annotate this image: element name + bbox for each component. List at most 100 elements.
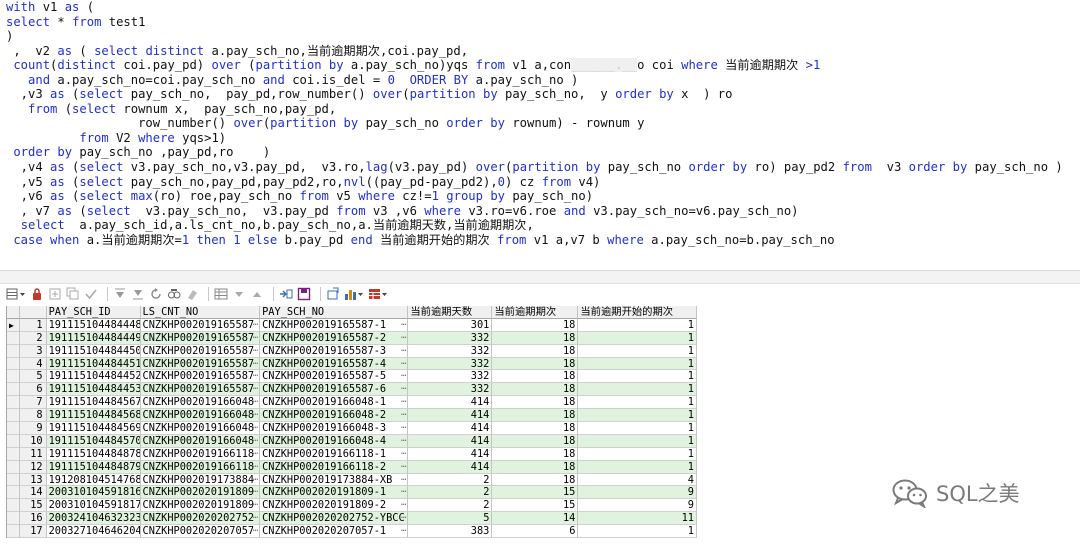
cell-more-button[interactable]: … (253, 345, 258, 355)
lock-icon[interactable] (30, 286, 44, 302)
cell-pay-sch-id[interactable]: 191115104484451 (46, 357, 141, 371)
arrow-down-icon[interactable] (232, 286, 246, 302)
cell-overdue-period[interactable]: 18 (492, 331, 579, 345)
table-row[interactable]: ▶ 1 191115104484448 CNZKHP002019165587… CNZK… (7, 318, 697, 332)
cell-overdue-start-period[interactable]: 1 (578, 331, 697, 345)
arrow-up-icon[interactable] (250, 286, 264, 302)
cell-overdue-days[interactable]: 332 (408, 357, 493, 371)
cell-overdue-days[interactable]: 5 (408, 512, 493, 526)
column-header-pay-sch-id[interactable]: PAY_SCH_ID (46, 306, 141, 319)
cell-ls-cnt-no[interactable]: CNZKHP002019166048… (140, 422, 261, 435)
cell-overdue-period[interactable]: 18 (492, 396, 579, 410)
cell-overdue-start-period[interactable]: 1 (578, 370, 697, 384)
cell-overdue-period[interactable]: 18 (492, 370, 579, 384)
cell-overdue-start-period[interactable]: 1 (578, 460, 697, 474)
cell-pay-sch-no[interactable]: CNZKHP002020191809-2… (260, 499, 409, 513)
check-icon[interactable] (84, 286, 98, 302)
cell-pay-sch-id[interactable]: 191115104484878 (46, 447, 141, 461)
new-record-icon[interactable] (48, 286, 62, 302)
cell-overdue-period[interactable]: 18 (492, 422, 579, 435)
copy-icon[interactable] (66, 286, 80, 302)
cell-overdue-period[interactable]: 18 (492, 318, 579, 332)
pane-splitter[interactable] (0, 270, 1080, 284)
cell-pay-sch-id[interactable]: 191115104484448 (46, 318, 141, 332)
cell-overdue-days[interactable]: 332 (408, 370, 493, 384)
cell-ls-cnt-no[interactable]: CNZKHP002019173884… (140, 473, 261, 487)
cell-pay-sch-id[interactable]: 191115104484879 (46, 460, 141, 474)
cell-overdue-days[interactable]: 414 (408, 460, 493, 474)
cell-overdue-days[interactable]: 332 (408, 331, 493, 345)
table-row[interactable]: 6 191115104484453 CNZKHP002019165587… CNZKH… (7, 383, 697, 397)
column-header-overdue-days[interactable]: 当前逾期天数 (408, 306, 493, 319)
cell-overdue-period[interactable]: 6 (492, 525, 579, 539)
table-icon[interactable] (368, 286, 388, 302)
cell-pay-sch-id[interactable]: 200327104646204 (46, 525, 141, 539)
cell-overdue-start-period[interactable]: 11 (578, 512, 697, 526)
cell-pay-sch-no[interactable]: CNZKHP002019165587-5… (260, 370, 409, 384)
cell-overdue-period[interactable]: 18 (492, 409, 579, 423)
cell-pay-sch-no[interactable]: CNZKHP002019166048-3… (260, 422, 409, 435)
table-row[interactable]: 8 191115104484568 CNZKHP002019166048… CNZKH… (7, 409, 697, 423)
table-row[interactable]: 7 191115104484567 CNZKHP002019166048… CNZKH… (7, 396, 697, 410)
cell-overdue-days[interactable]: 2 (408, 486, 493, 500)
table-row[interactable]: 10 191115104484570 CNZKHP002019166048… CNZK… (7, 434, 697, 448)
filter-down-icon[interactable] (113, 286, 127, 302)
cell-pay-sch-no[interactable]: CNZKHP002020191809-1… (260, 486, 409, 500)
cell-pay-sch-no[interactable]: CNZKHP002019165587-2… (260, 331, 409, 345)
cell-more-button[interactable]: … (253, 525, 258, 535)
cell-pay-sch-no[interactable]: CNZKHP002019166118-1… (260, 447, 409, 461)
cell-pay-sch-id[interactable]: 191115104484453 (46, 383, 141, 397)
table-row[interactable]: 14 200310104591816 CNZKHP002020191809… CNZK… (7, 486, 697, 500)
cell-overdue-start-period[interactable]: 9 (578, 486, 697, 500)
cell-overdue-start-period[interactable]: 9 (578, 499, 697, 513)
export-icon[interactable] (326, 286, 340, 302)
cell-pay-sch-no[interactable]: CNZKHP002019166048-4… (260, 434, 409, 448)
cell-pay-sch-no[interactable]: CNZKHP002019165587-4… (260, 357, 409, 371)
cell-more-button[interactable]: … (401, 409, 406, 419)
cell-overdue-period[interactable]: 15 (492, 486, 579, 500)
cell-more-button[interactable]: … (253, 383, 258, 393)
cell-pay-sch-no[interactable]: CNZKHP002019165587-3… (260, 344, 409, 358)
cell-ls-cnt-no[interactable]: CNZKHP002019165587… (140, 383, 261, 397)
cell-ls-cnt-no[interactable]: CNZKHP002019166048… (140, 396, 261, 410)
cell-more-button[interactable]: … (401, 370, 406, 380)
cell-ls-cnt-no[interactable]: CNZKHP002019165587… (140, 370, 261, 384)
cell-pay-sch-no[interactable]: CNZKHP002019166048-2… (260, 409, 409, 423)
cell-overdue-days[interactable]: 414 (408, 447, 493, 461)
refresh-icon[interactable] (149, 286, 163, 302)
cell-ls-cnt-no[interactable]: CNZKHP002019166048… (140, 434, 261, 448)
cell-overdue-days[interactable]: 332 (408, 344, 493, 358)
cell-overdue-days[interactable]: 414 (408, 396, 493, 410)
grid-view-icon[interactable] (214, 286, 228, 302)
cell-overdue-period[interactable]: 18 (492, 357, 579, 371)
cell-overdue-period[interactable]: 15 (492, 499, 579, 513)
cell-more-button[interactable]: … (253, 499, 258, 509)
cell-more-button[interactable]: … (253, 370, 258, 380)
cell-ls-cnt-no[interactable]: CNZKHP002019165587… (140, 331, 261, 345)
cell-more-button[interactable]: … (401, 319, 406, 329)
cell-more-button[interactable]: … (401, 512, 406, 522)
cell-overdue-start-period[interactable]: 1 (578, 409, 697, 423)
cell-overdue-start-period[interactable]: 1 (578, 344, 697, 358)
cell-ls-cnt-no[interactable]: CNZKHP002020191809… (140, 486, 261, 500)
cell-pay-sch-no[interactable]: CNZKHP002020202752-YBCC… (260, 512, 409, 526)
cell-more-button[interactable]: … (253, 474, 258, 484)
cell-overdue-days[interactable]: 301 (408, 318, 493, 332)
cell-overdue-period[interactable]: 18 (492, 383, 579, 397)
cell-pay-sch-id[interactable]: 191115104484449 (46, 331, 141, 345)
cell-ls-cnt-no[interactable]: CNZKHP002020202752… (140, 512, 261, 526)
cell-overdue-days[interactable]: 414 (408, 434, 493, 448)
table-row[interactable]: 11 191115104484878 CNZKHP002019166118… CNZK… (7, 447, 697, 461)
column-header-overdue-start-period[interactable]: 当前逾期开始的期次 (578, 306, 697, 319)
find-icon[interactable] (167, 286, 181, 302)
table-row[interactable]: 13 191208104514768 CNZKHP002019173884… CNZK… (7, 473, 697, 487)
cell-overdue-period[interactable]: 18 (492, 460, 579, 474)
cell-ls-cnt-no[interactable]: CNZKHP002019165587… (140, 318, 261, 332)
save-icon[interactable] (297, 286, 311, 302)
cell-overdue-days[interactable]: 383 (408, 525, 493, 539)
table-row[interactable]: 12 191115104484879 CNZKHP002019166118… CNZK… (7, 460, 697, 474)
cell-more-button[interactable]: … (253, 409, 258, 419)
cell-overdue-days[interactable]: 2 (408, 499, 493, 513)
cell-ls-cnt-no[interactable]: CNZKHP002019166118… (140, 447, 261, 461)
grid-menu-icon[interactable] (6, 286, 26, 302)
